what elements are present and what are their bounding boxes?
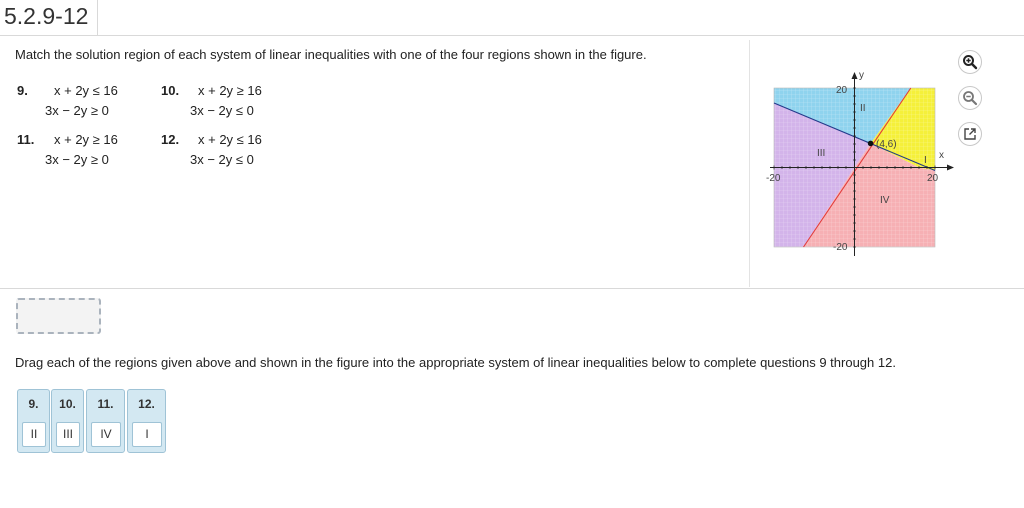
intersection-point	[867, 140, 874, 147]
problem-11: 11. x + 2y ≥ 16 3x − 2y ≥ 0	[17, 132, 147, 172]
answer-tile-12[interactable]: 12. I	[127, 389, 166, 453]
tick-label-bottom: -20	[833, 242, 848, 253]
point-label: (4,6)	[876, 139, 897, 150]
y-axis-arrow	[851, 72, 858, 79]
region-label-IV: IV	[880, 195, 890, 206]
problem-id-title: 5.2.9-12	[4, 3, 89, 29]
region-label-II: II	[860, 103, 866, 114]
inequality-1: x + 2y ≤ 16	[198, 132, 262, 147]
inequality-2: 3x − 2y ≤ 0	[190, 152, 254, 167]
x-axis-label: x	[939, 150, 944, 161]
x-axis-arrow	[947, 164, 954, 171]
answer-tile-11[interactable]: 11. IV	[86, 389, 125, 453]
zoom-in-button[interactable]	[958, 50, 982, 74]
question-text: Match the solution region of each system…	[15, 47, 647, 62]
region-label-III: III	[817, 148, 825, 159]
panel-divider-vertical	[749, 40, 750, 287]
answer-tile-9[interactable]: 9. II	[17, 389, 50, 453]
region-drop-zone[interactable]	[16, 298, 101, 334]
problem-9: 9. x + 2y ≤ 16 3x − 2y ≥ 0	[17, 83, 147, 123]
header-divider	[97, 0, 98, 36]
header-bar: 5.2.9-12	[0, 0, 1024, 36]
answer-region-chip[interactable]: III	[56, 422, 80, 447]
inequality-2: 3x − 2y ≤ 0	[190, 103, 254, 118]
inequality-2: 3x − 2y ≥ 0	[45, 103, 109, 118]
answer-tile-10[interactable]: 10. III	[51, 389, 84, 453]
zoom-out-icon	[963, 91, 978, 106]
problem-number: 11.	[17, 132, 35, 147]
problem-number: 12.	[161, 132, 180, 147]
y-axis-label: y	[859, 70, 864, 81]
answer-question-label: 9.	[28, 397, 39, 411]
region-label-I: I	[924, 155, 927, 166]
zoom-out-button[interactable]	[958, 86, 982, 110]
answer-region-chip[interactable]: II	[22, 422, 46, 447]
tick-label-top: 20	[836, 85, 848, 96]
inequality-1: x + 2y ≥ 16	[198, 83, 262, 98]
problem-number: 10.	[161, 83, 180, 98]
tick-label-right: 20	[927, 173, 939, 184]
popout-icon	[964, 128, 976, 140]
tick-label-left: -20	[766, 173, 781, 184]
zoom-in-icon	[963, 55, 978, 70]
instruction-text: Drag each of the regions given above and…	[15, 355, 896, 370]
problem-12: 12. x + 2y ≤ 16 3x − 2y ≤ 0	[161, 132, 291, 172]
popout-button[interactable]	[958, 122, 982, 146]
inequality-1: x + 2y ≥ 16	[54, 132, 118, 147]
inequality-1: x + 2y ≤ 16	[54, 83, 118, 98]
inequality-2: 3x − 2y ≥ 0	[45, 152, 109, 167]
problem-number: 9.	[17, 83, 28, 98]
region-figure: y x 20 -20 -20 20 (4,6) I II III IV	[766, 70, 954, 256]
answer-region-chip[interactable]: I	[132, 422, 162, 447]
answer-question-label: 12.	[138, 397, 155, 411]
problem-10: 10. x + 2y ≥ 16 3x − 2y ≤ 0	[161, 83, 291, 123]
answer-question-label: 11.	[97, 397, 114, 411]
answer-question-label: 10.	[59, 397, 76, 411]
section-divider	[0, 288, 1024, 289]
answer-region-chip[interactable]: IV	[91, 422, 121, 447]
